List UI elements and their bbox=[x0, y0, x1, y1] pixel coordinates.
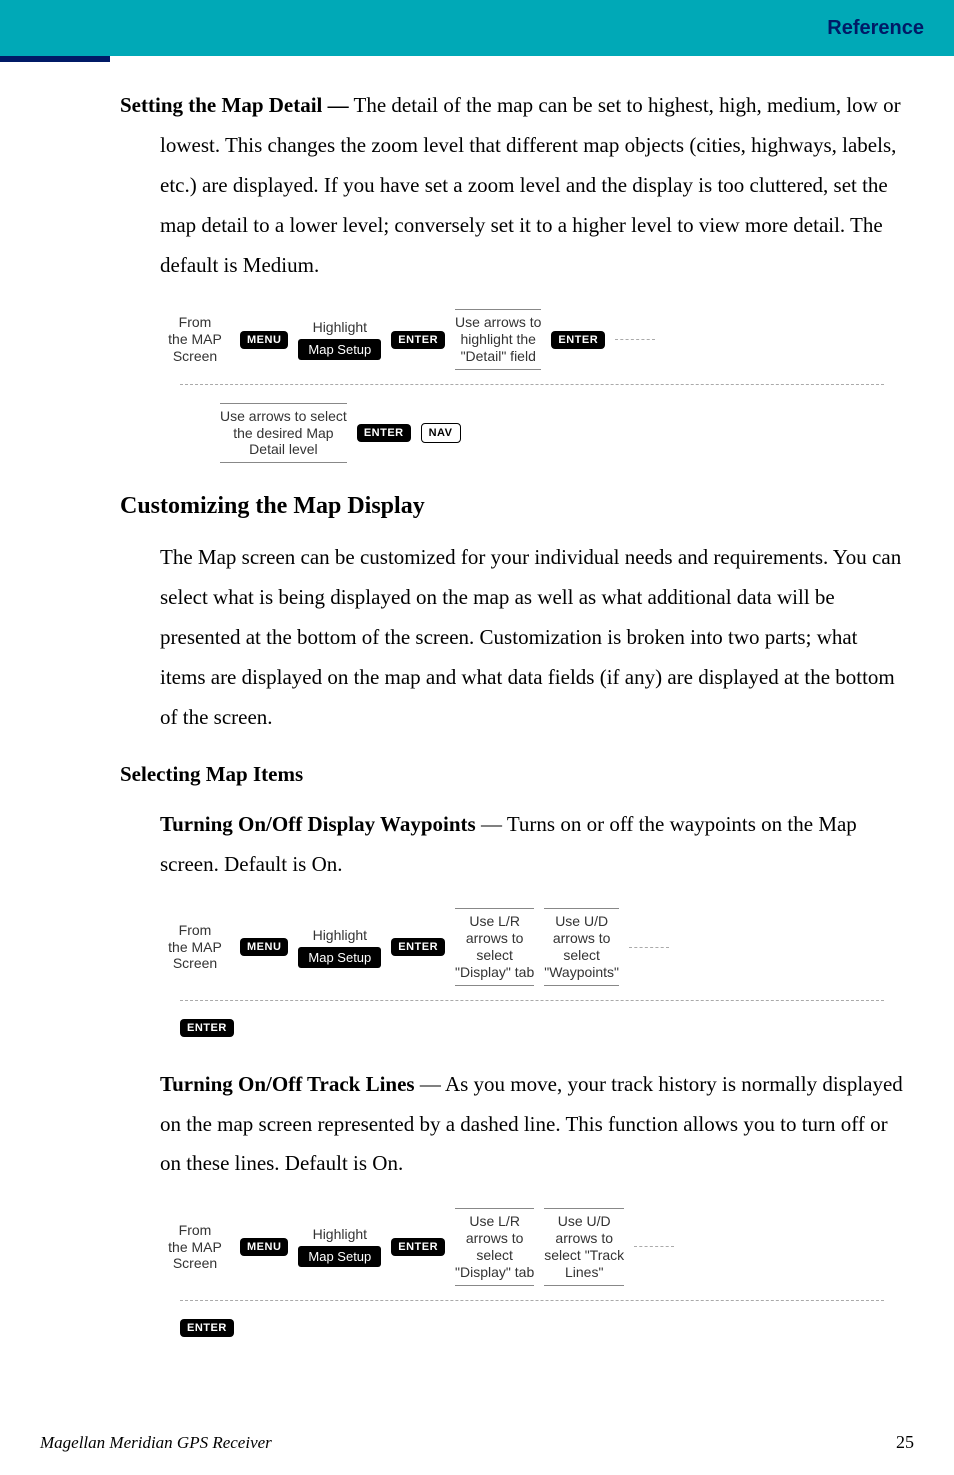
flow1-row1: From the MAP Screen MENU Highlight Map S… bbox=[160, 309, 904, 369]
flow1-row2: Use arrows to select the desired Map Det… bbox=[220, 403, 904, 463]
t: Use L/R bbox=[455, 1213, 534, 1230]
t: select "Track bbox=[544, 1247, 624, 1264]
flow3-row2: ENTER bbox=[180, 1319, 904, 1337]
t: the MAP bbox=[160, 331, 230, 348]
para-customizing: The Map screen can be customized for you… bbox=[120, 538, 904, 737]
t: Detail level bbox=[220, 441, 347, 458]
t: Screen bbox=[160, 348, 230, 365]
para1-lead: Setting the Map Detail — bbox=[120, 93, 349, 117]
dashed-connector bbox=[615, 339, 655, 340]
flow2-step-highlight: Highlight Map Setup bbox=[298, 927, 381, 968]
t: "Detail" field bbox=[455, 348, 541, 365]
page-content: Setting the Map Detail — The detail of t… bbox=[0, 56, 954, 1337]
menu-key-icon: MENU bbox=[240, 331, 288, 349]
t: "Display" tab bbox=[455, 964, 534, 981]
left-margin-accent bbox=[0, 56, 110, 62]
t: arrows to bbox=[544, 930, 619, 947]
header-section-label: Reference bbox=[827, 17, 924, 40]
map-setup-pill: Map Setup bbox=[298, 947, 381, 968]
para-setting-map-detail: Setting the Map Detail — The detail of t… bbox=[120, 86, 904, 285]
t: From bbox=[160, 1222, 230, 1239]
flow1-step-select-level: Use arrows to select the desired Map Det… bbox=[220, 403, 347, 463]
t: From bbox=[160, 922, 230, 939]
dashed-connector-long bbox=[180, 1300, 884, 1301]
dashed-connector-long bbox=[180, 1000, 884, 1001]
t: select bbox=[544, 947, 619, 964]
menu-key-icon: MENU bbox=[240, 938, 288, 956]
flow2-row2: ENTER bbox=[180, 1019, 904, 1037]
enter-key-icon: ENTER bbox=[180, 1019, 234, 1037]
enter-key-icon: ENTER bbox=[391, 938, 445, 956]
t: Use arrows to select bbox=[220, 408, 347, 425]
t: the MAP bbox=[160, 1239, 230, 1256]
flow-diagram-3: From the MAP Screen MENU Highlight Map S… bbox=[160, 1208, 904, 1336]
flow3-step-display-tab: Use L/R arrows to select "Display" tab bbox=[455, 1208, 534, 1285]
t: Use L/R bbox=[455, 913, 534, 930]
enter-key-icon: ENTER bbox=[391, 1238, 445, 1256]
t: Use U/D bbox=[544, 913, 619, 930]
t: "Waypoints" bbox=[544, 964, 619, 981]
enter-key-icon: ENTER bbox=[357, 424, 411, 442]
t: Highlight bbox=[313, 1226, 367, 1242]
flow1-step-highlight: Highlight Map Setup bbox=[298, 319, 381, 360]
flow-diagram-1: From the MAP Screen MENU Highlight Map S… bbox=[160, 309, 904, 463]
flow3-step-highlight: Highlight Map Setup bbox=[298, 1226, 381, 1267]
t: Use arrows to bbox=[455, 314, 541, 331]
t: arrows to bbox=[455, 930, 534, 947]
t: arrows to bbox=[455, 1230, 534, 1247]
dashed-connector bbox=[634, 1246, 674, 1247]
enter-key-icon: ENTER bbox=[551, 331, 605, 349]
footer-page-number: 25 bbox=[896, 1432, 914, 1453]
flow3-step-track-lines: Use U/D arrows to select "Track Lines" bbox=[544, 1208, 624, 1285]
dashed-connector-long bbox=[180, 384, 884, 385]
flow-diagram-2: From the MAP Screen MENU Highlight Map S… bbox=[160, 908, 904, 1036]
para-display-waypoints: Turning On/Off Display Waypoints — Turns… bbox=[120, 805, 904, 885]
t: the desired Map bbox=[220, 425, 347, 442]
nav-key-icon: NAV bbox=[421, 423, 461, 443]
map-setup-pill: Map Setup bbox=[298, 339, 381, 360]
dashed-connector bbox=[629, 947, 669, 948]
enter-key-icon: ENTER bbox=[180, 1319, 234, 1337]
t: highlight the bbox=[455, 331, 541, 348]
para-track-lines: Turning On/Off Track Lines — As you move… bbox=[120, 1065, 904, 1185]
page-footer: Magellan Meridian GPS Receiver 25 bbox=[40, 1432, 914, 1453]
t: the MAP bbox=[160, 939, 230, 956]
menu-key-icon: MENU bbox=[240, 1238, 288, 1256]
t: Screen bbox=[160, 955, 230, 972]
heading-customizing: Customizing the Map Display bbox=[120, 493, 904, 520]
t: select bbox=[455, 1247, 534, 1264]
flow3-step-from-screen: From the MAP Screen bbox=[160, 1222, 230, 1272]
para4-lead: Turning On/Off Track Lines bbox=[160, 1072, 415, 1096]
enter-key-icon: ENTER bbox=[391, 331, 445, 349]
t: "Display" tab bbox=[455, 1264, 534, 1281]
para1-text: The detail of the map can be set to high… bbox=[160, 93, 901, 277]
t: Lines" bbox=[544, 1264, 624, 1281]
t: Use U/D bbox=[544, 1213, 624, 1230]
heading-selecting-map-items: Selecting Map Items bbox=[120, 762, 904, 787]
para3-lead: Turning On/Off Display Waypoints bbox=[160, 812, 476, 836]
map-setup-pill: Map Setup bbox=[298, 1246, 381, 1267]
t: From bbox=[160, 314, 230, 331]
footer-book-title: Magellan Meridian GPS Receiver bbox=[40, 1433, 272, 1453]
flow2-step-display-tab: Use L/R arrows to select "Display" tab bbox=[455, 908, 534, 985]
flow2-row1: From the MAP Screen MENU Highlight Map S… bbox=[160, 908, 904, 985]
t: arrows to bbox=[544, 1230, 624, 1247]
header-bar: Reference bbox=[0, 0, 954, 56]
flow1-step-detail-field: Use arrows to highlight the "Detail" fie… bbox=[455, 309, 541, 369]
t: Highlight bbox=[313, 319, 367, 335]
flow2-step-from-screen: From the MAP Screen bbox=[160, 922, 230, 972]
flow2-step-waypoints: Use U/D arrows to select "Waypoints" bbox=[544, 908, 619, 985]
flow3-row1: From the MAP Screen MENU Highlight Map S… bbox=[160, 1208, 904, 1285]
t: Highlight bbox=[313, 927, 367, 943]
t: Screen bbox=[160, 1255, 230, 1272]
t: select bbox=[455, 947, 534, 964]
flow1-step-from-screen: From the MAP Screen bbox=[160, 314, 230, 364]
